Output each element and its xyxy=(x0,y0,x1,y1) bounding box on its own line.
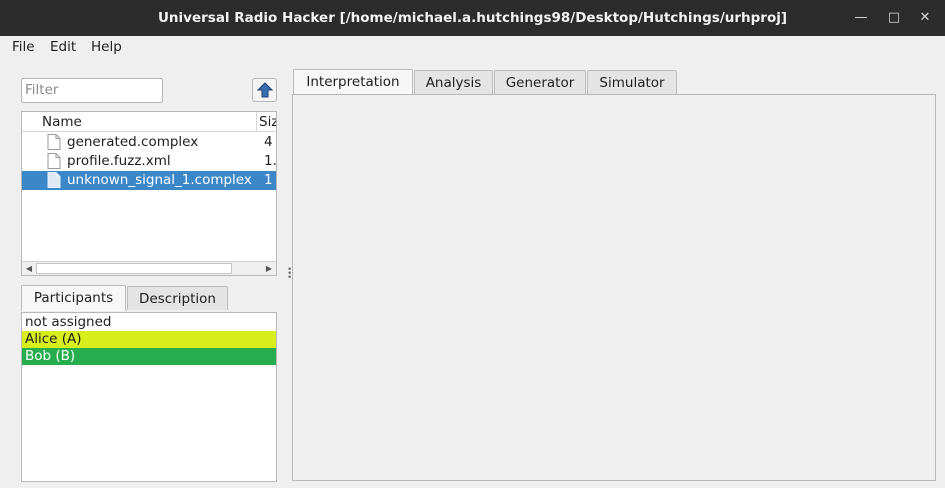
participants-list[interactable]: not assigned Alice (A) Bob (B) xyxy=(21,312,277,482)
scroll-right-icon[interactable]: ▶ xyxy=(262,262,276,275)
file-name: profile.fuzz.xml xyxy=(67,153,171,169)
splitter-handle[interactable]: • • • xyxy=(287,266,292,283)
tab-generator[interactable]: Generator xyxy=(494,70,586,94)
window-title: Universal Radio Hacker [/home/michael.a.… xyxy=(157,10,788,26)
file-tree[interactable]: Name Siz generated.complex 4 profile.fuz… xyxy=(21,111,277,276)
file-icon xyxy=(47,134,61,150)
interpretation-panel xyxy=(292,94,936,481)
minimize-icon[interactable]: — xyxy=(851,8,871,28)
column-name[interactable]: Name xyxy=(42,114,82,130)
tab-simulator[interactable]: Simulator xyxy=(587,70,677,94)
file-icon xyxy=(47,153,61,169)
tab-description[interactable]: Description xyxy=(127,286,228,310)
file-size: 1 xyxy=(264,172,273,188)
column-separator xyxy=(256,112,257,132)
file-row[interactable]: profile.fuzz.xml 1. xyxy=(22,152,276,171)
menu-edit[interactable]: Edit xyxy=(50,39,76,55)
maximize-icon[interactable]: □ xyxy=(884,8,904,28)
file-size: 4 xyxy=(264,134,273,150)
arrow-up-icon xyxy=(257,82,273,98)
up-directory-button[interactable] xyxy=(252,78,277,102)
scroll-left-icon[interactable]: ◀ xyxy=(22,262,36,275)
file-size: 1. xyxy=(264,153,277,169)
column-size[interactable]: Siz xyxy=(259,114,276,130)
horizontal-scrollbar[interactable]: ◀ ▶ xyxy=(22,261,276,275)
file-name: unknown_signal_1.complex xyxy=(67,172,252,188)
file-icon xyxy=(47,172,61,188)
file-tree-header: Name Siz xyxy=(22,112,276,132)
file-row-selected[interactable]: unknown_signal_1.complex 1 xyxy=(22,171,276,190)
participant-item[interactable]: Bob (B) xyxy=(22,348,276,365)
tab-interpretation[interactable]: Interpretation xyxy=(293,69,413,95)
close-icon[interactable]: ✕ xyxy=(915,8,935,28)
file-name: generated.complex xyxy=(67,134,199,150)
menu-file[interactable]: File xyxy=(12,39,35,55)
menu-help[interactable]: Help xyxy=(91,39,122,55)
title-bar: Universal Radio Hacker [/home/michael.a.… xyxy=(0,0,945,36)
scrollbar-thumb[interactable] xyxy=(36,263,232,274)
filter-input[interactable]: Filter xyxy=(21,78,163,103)
participant-item[interactable]: not assigned xyxy=(22,314,276,331)
menu-bar: File Edit Help xyxy=(0,36,945,58)
tab-participants[interactable]: Participants xyxy=(21,285,126,311)
tab-analysis[interactable]: Analysis xyxy=(414,70,493,94)
file-row[interactable]: generated.complex 4 xyxy=(22,133,276,152)
participant-item[interactable]: Alice (A) xyxy=(22,331,276,348)
